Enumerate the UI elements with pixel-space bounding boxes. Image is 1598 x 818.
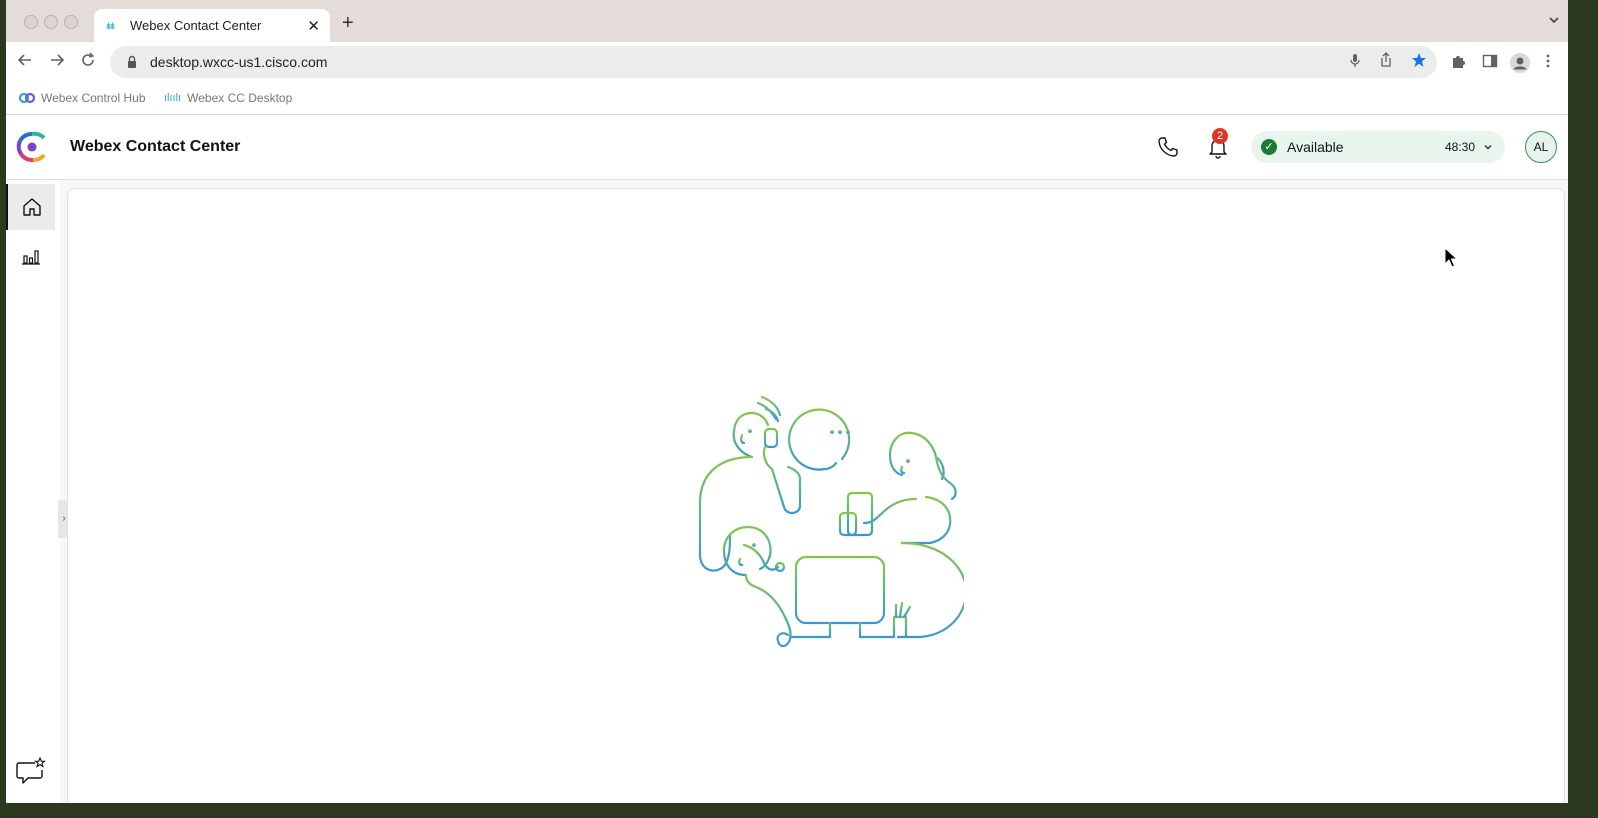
cisco-icon: ılıılı <box>106 20 115 31</box>
extensions-icon[interactable] <box>1450 53 1466 69</box>
back-icon[interactable] <box>17 52 33 68</box>
forward-icon[interactable] <box>49 52 65 68</box>
browser-tab[interactable]: ılıılı Webex Contact Center ✕ <box>94 9 330 42</box>
check-icon: ✓ <box>1261 139 1277 155</box>
cisco-icon: ılıılı <box>164 92 182 104</box>
mouse-cursor-icon <box>1444 247 1458 268</box>
address-bar[interactable]: desktop.wxcc-us1.cisco.com <box>110 46 1437 78</box>
tab-title: Webex Contact Center <box>130 18 262 33</box>
home-panel <box>67 188 1565 803</box>
webex-contact-center-logo <box>16 131 46 163</box>
feedback-icon <box>15 757 46 784</box>
home-icon <box>22 198 41 216</box>
bookmark-label: Webex CC Desktop <box>187 91 293 105</box>
contact-center-agents-illustration <box>698 395 964 647</box>
sidebar-item-home[interactable] <box>6 184 55 230</box>
close-tab-icon[interactable]: ✕ <box>307 17 320 35</box>
sidebar-item-feedback[interactable] <box>6 748 55 794</box>
maximize-window-button[interactable] <box>64 15 78 29</box>
bookmarks-bar: Webex Control Hub ılıılı Webex CC Deskto… <box>6 84 1568 115</box>
browser-window: ılıılı Webex Contact Center ✕ + desktop.… <box>6 0 1568 803</box>
app-title: Webex Contact Center <box>70 138 241 155</box>
bookmark-label: Webex Control Hub <box>41 91 146 105</box>
user-avatar[interactable]: AL <box>1525 131 1557 163</box>
app-header: Webex Contact Center 2 ✓ Available 48:30… <box>6 115 1568 180</box>
lock-icon[interactable] <box>124 55 140 69</box>
bookmark-webex-control-hub[interactable]: Webex Control Hub <box>19 91 146 105</box>
microphone-icon[interactable] <box>1349 52 1361 68</box>
share-icon[interactable] <box>1379 52 1393 68</box>
minimize-window-button[interactable] <box>44 15 58 29</box>
close-window-button[interactable] <box>24 15 38 29</box>
tab-strip: ılıılı Webex Contact Center ✕ + <box>6 0 1568 42</box>
phone-icon[interactable] <box>1156 135 1180 159</box>
agent-state-label: Available <box>1287 139 1344 155</box>
webex-icon <box>19 92 35 104</box>
chevron-down-icon <box>1484 145 1492 150</box>
reload-icon[interactable] <box>80 52 96 68</box>
tab-search-icon[interactable] <box>1548 14 1560 26</box>
more-options-icon[interactable] <box>1545 53 1551 69</box>
url-text[interactable]: desktop.wxcc-us1.cisco.com <box>150 54 327 70</box>
bookmark-webex-cc-desktop[interactable]: ılıılı Webex CC Desktop <box>164 91 292 105</box>
agent-state-selector[interactable]: ✓ Available 48:30 <box>1251 131 1505 163</box>
notification-count-badge: 2 <box>1212 128 1228 144</box>
profile-icon[interactable] <box>1509 52 1531 74</box>
sidebar-item-statistics[interactable] <box>6 233 55 279</box>
agent-state-timer: 48:30 <box>1444 140 1475 154</box>
bar-chart-icon <box>21 250 40 265</box>
bookmark-star-icon[interactable] <box>1411 52 1427 68</box>
side-panel-icon[interactable] <box>1482 53 1498 69</box>
app-body: › <box>6 180 1568 803</box>
sidebar <box>6 180 60 803</box>
new-tab-button[interactable]: + <box>342 12 354 35</box>
